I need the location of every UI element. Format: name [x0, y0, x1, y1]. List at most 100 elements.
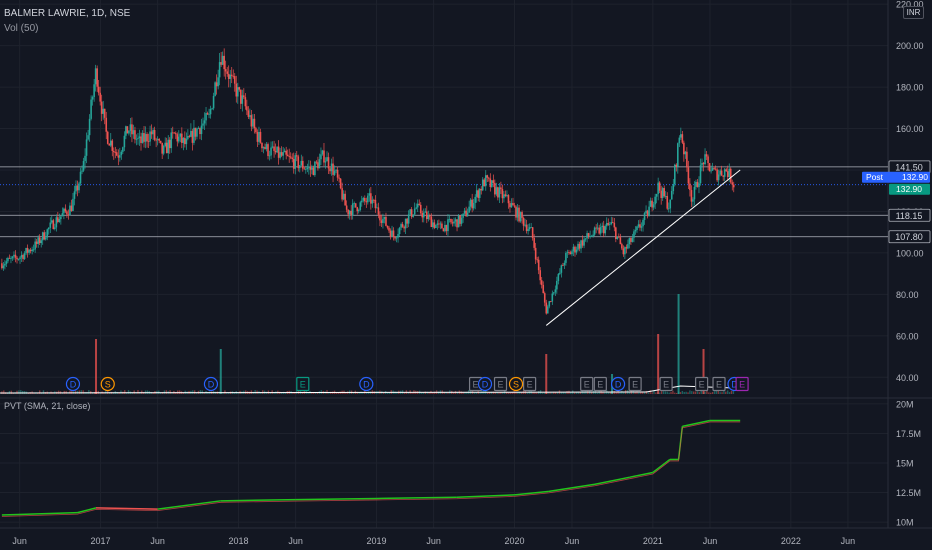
currency-badge[interactable]: INR [903, 6, 924, 19]
candle-body [498, 187, 501, 198]
candle-body [57, 217, 59, 222]
event-marker-e: E [695, 376, 709, 392]
candle-body [338, 177, 340, 179]
candle-body [60, 216, 62, 220]
candle-body [354, 203, 357, 208]
time-tick-label: 2020 [504, 536, 524, 546]
candle-body [466, 212, 469, 217]
candle-body [103, 108, 106, 118]
candle-body [649, 200, 652, 207]
candle-body [244, 97, 247, 107]
candle-body [530, 227, 532, 229]
candle-body [717, 174, 720, 181]
candle-body [122, 147, 124, 152]
candle-body [681, 134, 684, 143]
candle-body [367, 195, 369, 203]
candle-body [374, 199, 377, 209]
candle-body [16, 257, 18, 260]
candle-body [312, 167, 315, 176]
event-marker-d: D [610, 376, 626, 392]
volume-bar [82, 390, 84, 394]
candle-body [241, 95, 244, 104]
candle-body [323, 150, 325, 163]
candle-body [714, 168, 717, 170]
candle-body [500, 187, 502, 190]
candle-body [621, 244, 623, 249]
event-marker-letter: E [473, 380, 479, 390]
candle-body [43, 232, 46, 240]
volume-bar [411, 392, 413, 394]
candle-body [368, 193, 371, 196]
event-marker-e: E [493, 376, 508, 392]
candle-body [481, 179, 484, 191]
volume-bar [146, 390, 149, 394]
volume-bar [193, 390, 196, 394]
volume-bar [687, 392, 689, 394]
candle-body [554, 289, 557, 293]
candle-body [182, 137, 185, 143]
volume-bar [494, 392, 496, 394]
volume-bar [683, 391, 685, 394]
candle-body [589, 236, 591, 237]
volume-spike-bar [545, 354, 548, 394]
candle-body [732, 184, 735, 188]
candle-body [359, 202, 362, 210]
price-chart[interactable]: D S D E D E D E S E E E D E E E E D E220.00200.00180.00160… [0, 0, 932, 550]
volume-bar [169, 390, 171, 394]
volume-bar [704, 391, 706, 394]
candle-body [677, 143, 679, 167]
candle-body [534, 247, 537, 260]
volume-bar [641, 392, 644, 394]
volume-bar [647, 392, 650, 394]
candle-body [131, 124, 133, 135]
event-marker-letter: E [300, 380, 306, 390]
candle-body [522, 217, 525, 226]
candle-body [672, 184, 675, 192]
candle-body [669, 199, 672, 209]
candle-body [147, 141, 150, 143]
time-tick-label: Jun [288, 536, 303, 546]
candle-body [155, 139, 157, 141]
volume-bar [692, 391, 695, 394]
candle-body [10, 258, 12, 260]
volume-bar [105, 390, 107, 394]
candle-body [673, 164, 676, 185]
volume-spike-bar [95, 339, 98, 394]
candle-body [566, 252, 569, 254]
candle-body [305, 169, 307, 170]
event-marker-letter: D [615, 380, 622, 390]
volume-bar [660, 391, 663, 394]
volume-spike-bar [677, 294, 680, 394]
event-marker-letter: D [482, 380, 489, 390]
candle-body [395, 237, 398, 239]
candle-body [633, 231, 635, 238]
volume-bar [730, 390, 733, 394]
candle-body [258, 131, 260, 142]
candle-body [271, 146, 274, 148]
volume-bar [560, 392, 563, 394]
volume-bar [658, 392, 661, 394]
candle-body [379, 214, 381, 221]
candle-body [474, 196, 476, 203]
candle-body [342, 193, 345, 200]
candle-body [432, 222, 434, 228]
event-marker-letter: S [105, 380, 111, 390]
candle-body [348, 210, 351, 215]
time-tick-label: 2022 [781, 536, 801, 546]
candle-body [170, 132, 173, 149]
candle-body [666, 196, 669, 209]
volume-bar [144, 390, 147, 394]
event-marker-e: E [580, 376, 594, 392]
candle-body [246, 106, 248, 111]
volume-bar [78, 390, 81, 394]
candle-body [311, 167, 313, 170]
candle-body [29, 249, 32, 252]
candle-body [608, 224, 611, 225]
candle-body [468, 206, 470, 213]
candle-body [188, 135, 191, 137]
candle-body [31, 249, 33, 252]
candle-body [356, 207, 359, 212]
candle-body [658, 182, 661, 191]
candle-body [651, 200, 653, 208]
candle-body [173, 132, 176, 134]
